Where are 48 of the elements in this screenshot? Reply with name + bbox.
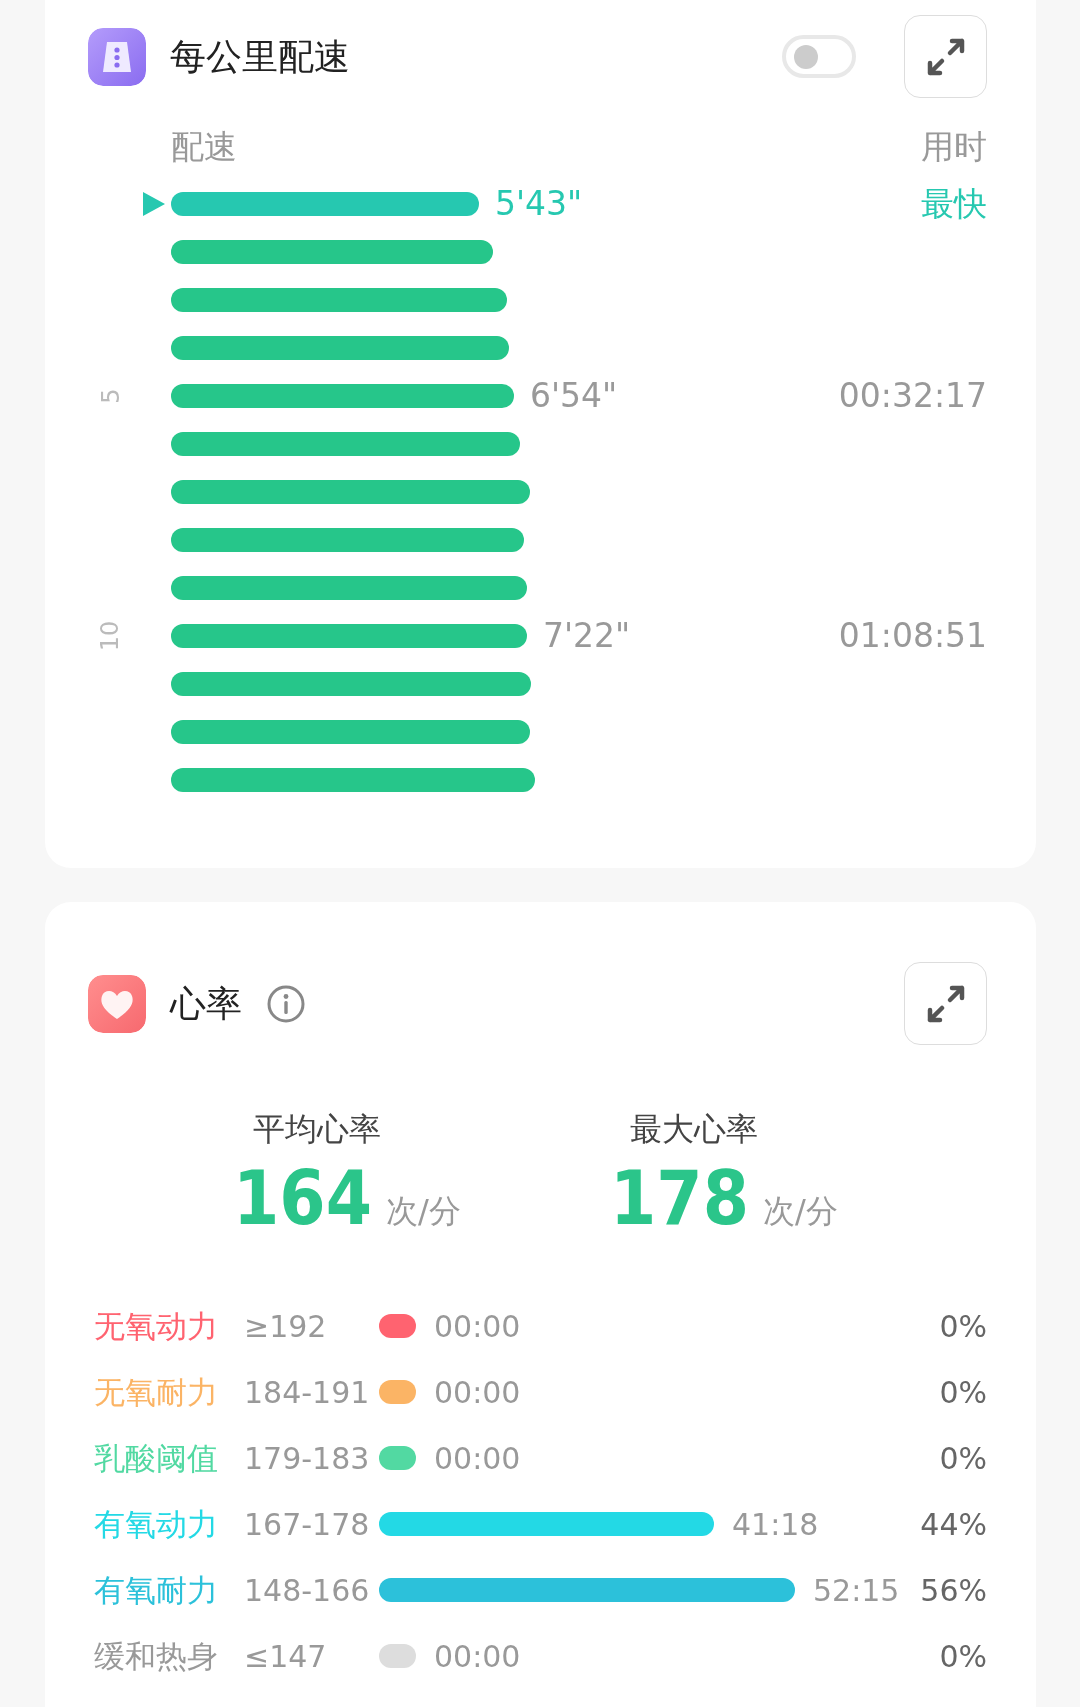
expand-button[interactable] [904,15,987,98]
zone-name: 缓和热身 [94,1636,219,1676]
row-index: 10 [95,620,126,651]
zone-percent: 0% [939,1637,987,1676]
row-index: 5 [95,387,126,404]
pace-value: 6'54" [530,374,618,417]
zone-time: 00:00 [434,1637,521,1676]
zone-name: 有氧动力 [94,1504,219,1544]
zone-name: 无氧动力 [94,1306,219,1346]
zone-range: ≥192 [244,1307,328,1346]
zone-range: 184-191 [244,1373,371,1412]
zone-percent: 56% [920,1571,987,1610]
split-time: 00:32:17 [838,374,987,417]
split-time: 最快 [921,182,987,225]
stat-unit: 次/分 [385,1191,461,1232]
stat-label: 最大心率 [630,1109,758,1150]
zone-percent: 44% [920,1505,987,1544]
column-header: 配速 [171,126,237,168]
heart-app-icon [88,974,146,1033]
zone-range: ≤147 [244,1637,328,1676]
zone-name: 无氧耐力 [94,1372,219,1412]
pace-value: 5'43" [495,182,583,225]
zone-range: 167-178 [244,1505,371,1544]
zone-range: 148-166 [244,1571,371,1610]
zone-percent: 0% [939,1439,987,1478]
stat-value: 178 [610,1161,749,1235]
toggle-switch[interactable] [782,35,856,78]
speedometer-app-icon [88,27,146,86]
zone-range: 179-183 [244,1439,371,1478]
card-title: 每公里配速 [170,34,350,79]
stat-value: 164 [233,1161,372,1235]
card-title: 心率 [170,981,242,1026]
zone-name: 有氧耐力 [94,1570,219,1610]
zone-time: 52:15 [813,1571,900,1610]
column-header: 用时 [921,126,987,168]
zone-percent: 0% [939,1307,987,1346]
pace-value: 7'22" [543,614,631,657]
zone-percent: 0% [939,1373,987,1412]
zone-time: 41:18 [732,1505,819,1544]
zone-time: 00:00 [434,1373,521,1412]
zone-time: 00:00 [434,1439,521,1478]
split-time: 01:08:51 [838,614,987,657]
zone-name: 乳酸阈值 [94,1438,219,1478]
stat-label: 平均心率 [253,1109,381,1150]
expand-button[interactable] [904,962,987,1045]
zone-time: 00:00 [434,1307,521,1346]
stat-unit: 次/分 [762,1191,838,1232]
info-icon[interactable] [266,983,306,1024]
